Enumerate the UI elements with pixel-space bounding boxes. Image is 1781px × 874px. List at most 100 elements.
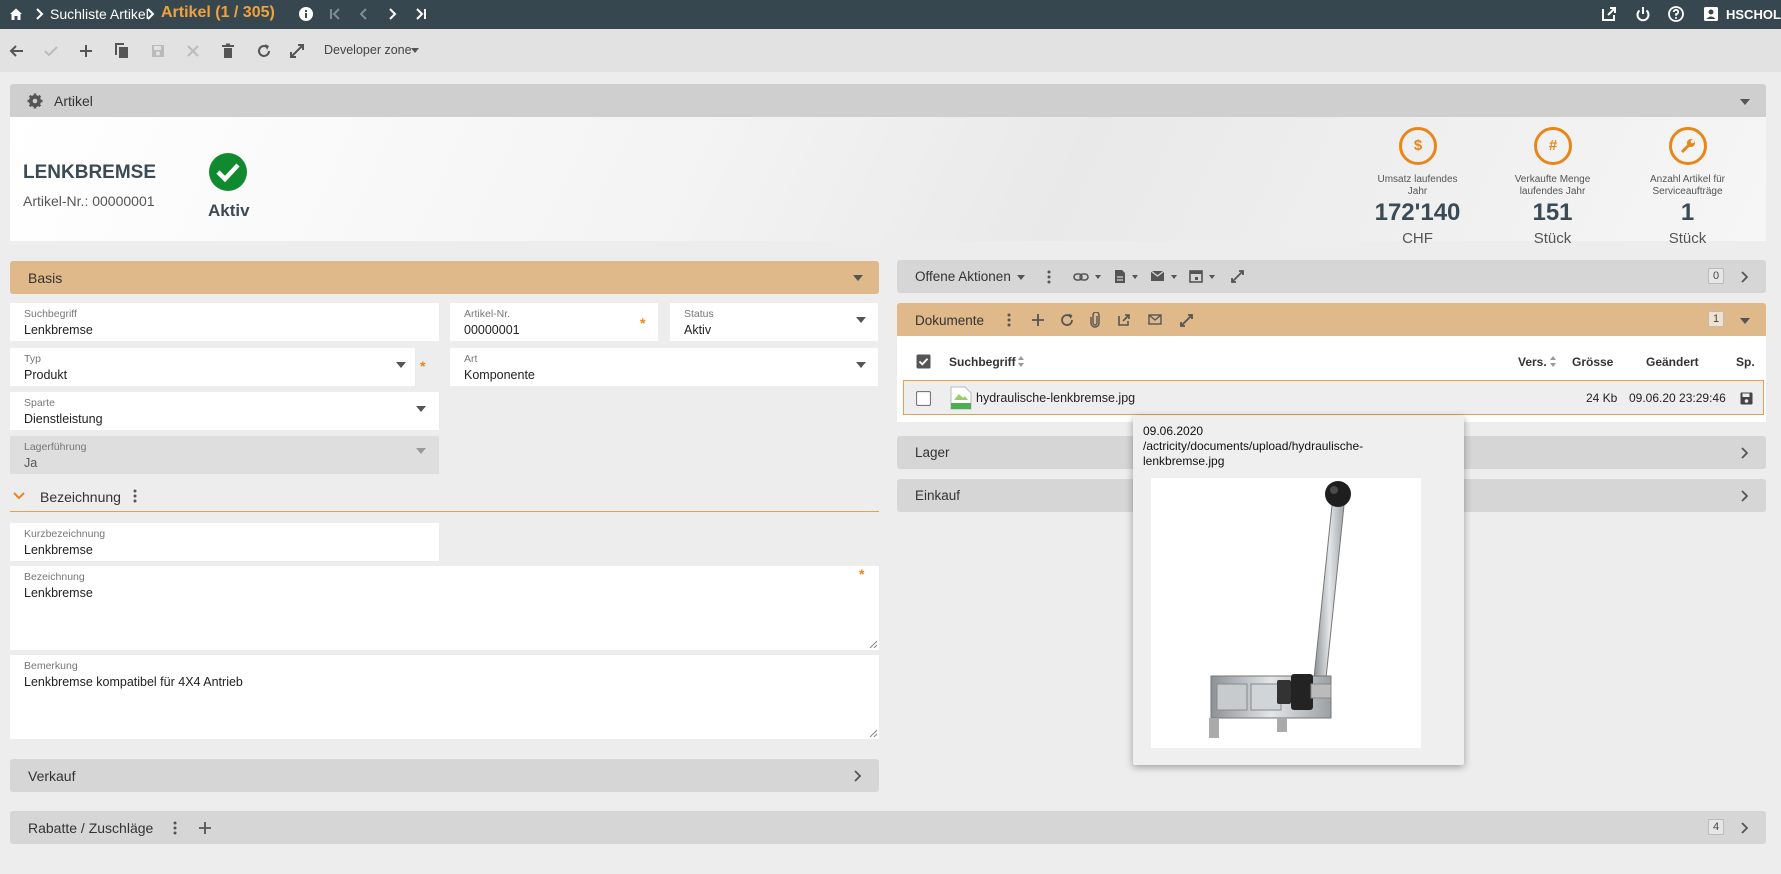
- artikel-panel-header[interactable]: Artikel: [10, 84, 1766, 117]
- kpi-caption: Jahr: [1407, 186, 1428, 197]
- preview-image: [1151, 478, 1421, 748]
- home-icon[interactable]: [7, 5, 25, 23]
- username[interactable]: HSCHOL: [1726, 7, 1781, 22]
- chevron-down-icon: [1209, 275, 1215, 279]
- column-header-suchbegriff[interactable]: Suchbegriff: [949, 355, 1016, 369]
- bemerkung-textarea[interactable]: Bemerkung Lenkbremse kompatibel für 4X4 …: [10, 655, 879, 739]
- image-file-icon: [950, 386, 972, 410]
- open-external-icon[interactable]: [1600, 5, 1618, 23]
- save-icon[interactable]: [148, 41, 168, 61]
- chevron-down-icon: [1171, 275, 1177, 279]
- document-size: 24 Kb: [1586, 391, 1618, 405]
- kpi-unit: Stück: [1668, 230, 1707, 247]
- table-row[interactable]: hydraulische-lenkbremse.jpg 24 Kb 09.06.…: [903, 380, 1764, 415]
- chevron-down-icon: [396, 362, 406, 368]
- expand-icon[interactable]: [287, 41, 307, 61]
- more-vert-icon[interactable]: [1006, 313, 1012, 327]
- art-select[interactable]: Art Komponente: [450, 348, 878, 386]
- more-vert-icon[interactable]: [132, 489, 138, 503]
- user-icon[interactable]: [1702, 5, 1720, 23]
- field-value: Dienstleistung: [24, 412, 103, 426]
- dokumente-panel-header[interactable]: Dokumente 1: [897, 303, 1766, 336]
- einkauf-title: Einkauf: [915, 488, 961, 503]
- expand-icon[interactable]: [1179, 313, 1194, 328]
- count-badge: 4: [1708, 819, 1724, 835]
- attachment-icon[interactable]: [1090, 312, 1100, 328]
- lager-title: Lager: [915, 445, 950, 460]
- more-vert-icon[interactable]: [172, 821, 178, 835]
- document-icon[interactable]: [1114, 269, 1126, 284]
- document-name[interactable]: hydraulische-lenkbremse.jpg: [976, 391, 1135, 405]
- chevron-down-icon[interactable]: [1740, 99, 1750, 105]
- sparte-select[interactable]: Sparte Dienstleistung: [10, 392, 439, 430]
- more-vert-icon[interactable]: [1046, 270, 1052, 284]
- document-date: 09.06.20 23:29:46: [1629, 391, 1726, 405]
- expand-icon[interactable]: [1230, 269, 1245, 284]
- developer-zone-menu[interactable]: Developer zone: [324, 43, 412, 57]
- link-icon[interactable]: [1073, 270, 1089, 284]
- page-title: Artikel (1 / 305): [161, 4, 275, 21]
- power-icon[interactable]: [1634, 5, 1652, 23]
- brake-lever-image: [1209, 481, 1351, 738]
- aktionen-panel-header[interactable]: Offene Aktionen 0: [897, 260, 1766, 293]
- add-icon[interactable]: [1031, 313, 1045, 327]
- mail-icon[interactable]: [1150, 270, 1165, 282]
- last-record-icon[interactable]: [412, 5, 430, 23]
- count-badge: 1: [1708, 311, 1724, 327]
- chevron-down-icon: [13, 492, 25, 500]
- copy-icon[interactable]: [112, 41, 132, 61]
- suchbegriff-field[interactable]: Suchbegriff Lenkbremse: [10, 303, 439, 341]
- bezeichnung-textarea[interactable]: Bezeichnung Lenkbremse *: [10, 566, 879, 650]
- select-all-checkbox[interactable]: [916, 354, 931, 369]
- verkauf-panel-header[interactable]: Verkauf: [10, 759, 879, 792]
- column-header-geaendert[interactable]: Geändert: [1646, 355, 1699, 369]
- field-value: Lenkbremse: [24, 543, 93, 557]
- info-icon[interactable]: [297, 5, 315, 23]
- resize-handle-icon[interactable]: [869, 640, 877, 648]
- artikelnr-field[interactable]: Artikel-Nr. 00000001 *: [450, 303, 658, 341]
- active-check-icon: [209, 153, 247, 191]
- field-label: Status: [684, 308, 714, 320]
- chevron-down-icon[interactable]: [1740, 318, 1750, 324]
- column-header-groesse[interactable]: Grösse: [1572, 355, 1613, 369]
- delete-icon[interactable]: [218, 41, 238, 61]
- bezeichnung-title: Bezeichnung: [40, 489, 121, 505]
- refresh-icon[interactable]: [1060, 313, 1074, 327]
- kurzbezeichnung-field[interactable]: Kurzbezeichnung Lenkbremse: [10, 523, 439, 561]
- bezeichnung-section-header[interactable]: Bezeichnung: [10, 482, 879, 512]
- calendar-icon[interactable]: [1189, 269, 1203, 283]
- add-icon[interactable]: [198, 821, 212, 835]
- back-arrow-icon[interactable]: [7, 41, 27, 61]
- save-icon[interactable]: [1740, 392, 1753, 405]
- tooltip-path: /actricity/documents/upload/hydraulische…: [1143, 439, 1364, 453]
- help-icon[interactable]: [1667, 5, 1685, 23]
- field-label: Suchbegriff: [24, 308, 77, 320]
- open-external-icon[interactable]: [1117, 313, 1131, 327]
- refresh-icon[interactable]: [254, 41, 274, 61]
- kpi-unit: Stück: [1533, 230, 1572, 247]
- first-record-icon[interactable]: [326, 5, 344, 23]
- basis-panel-header[interactable]: Basis: [10, 261, 879, 294]
- column-header-vers[interactable]: Vers.: [1518, 355, 1547, 369]
- field-value: Lenkbremse kompatibel für 4X4 Antrieb: [24, 675, 243, 689]
- rabatte-panel-header[interactable]: Rabatte / Zuschläge 4: [10, 811, 1766, 844]
- row-checkbox[interactable]: [916, 391, 931, 406]
- resize-handle-icon[interactable]: [869, 729, 877, 737]
- add-icon[interactable]: [76, 41, 96, 61]
- mail-icon[interactable]: [1148, 314, 1162, 325]
- column-header-sp[interactable]: Sp.: [1736, 355, 1755, 369]
- status-select[interactable]: Status Aktiv: [670, 303, 878, 341]
- check-icon[interactable]: [41, 41, 61, 61]
- breadcrumb-link[interactable]: Suchliste Artikel: [50, 6, 149, 22]
- sort-icon[interactable]: [1017, 355, 1025, 368]
- chevron-right-icon: [1741, 447, 1748, 459]
- aktionen-title: Offene Aktionen: [915, 269, 1011, 284]
- next-record-icon[interactable]: [383, 5, 401, 23]
- previous-record-icon[interactable]: [355, 5, 373, 23]
- sort-icon[interactable]: [1549, 355, 1557, 368]
- cancel-icon[interactable]: [183, 41, 203, 61]
- top-bar: Suchliste Artikel Artikel (1 / 305) HSCH…: [0, 0, 1781, 29]
- tooltip-date: 09.06.2020: [1143, 424, 1204, 438]
- typ-select[interactable]: Typ Produkt: [10, 348, 415, 386]
- chevron-down-icon: [411, 48, 419, 53]
